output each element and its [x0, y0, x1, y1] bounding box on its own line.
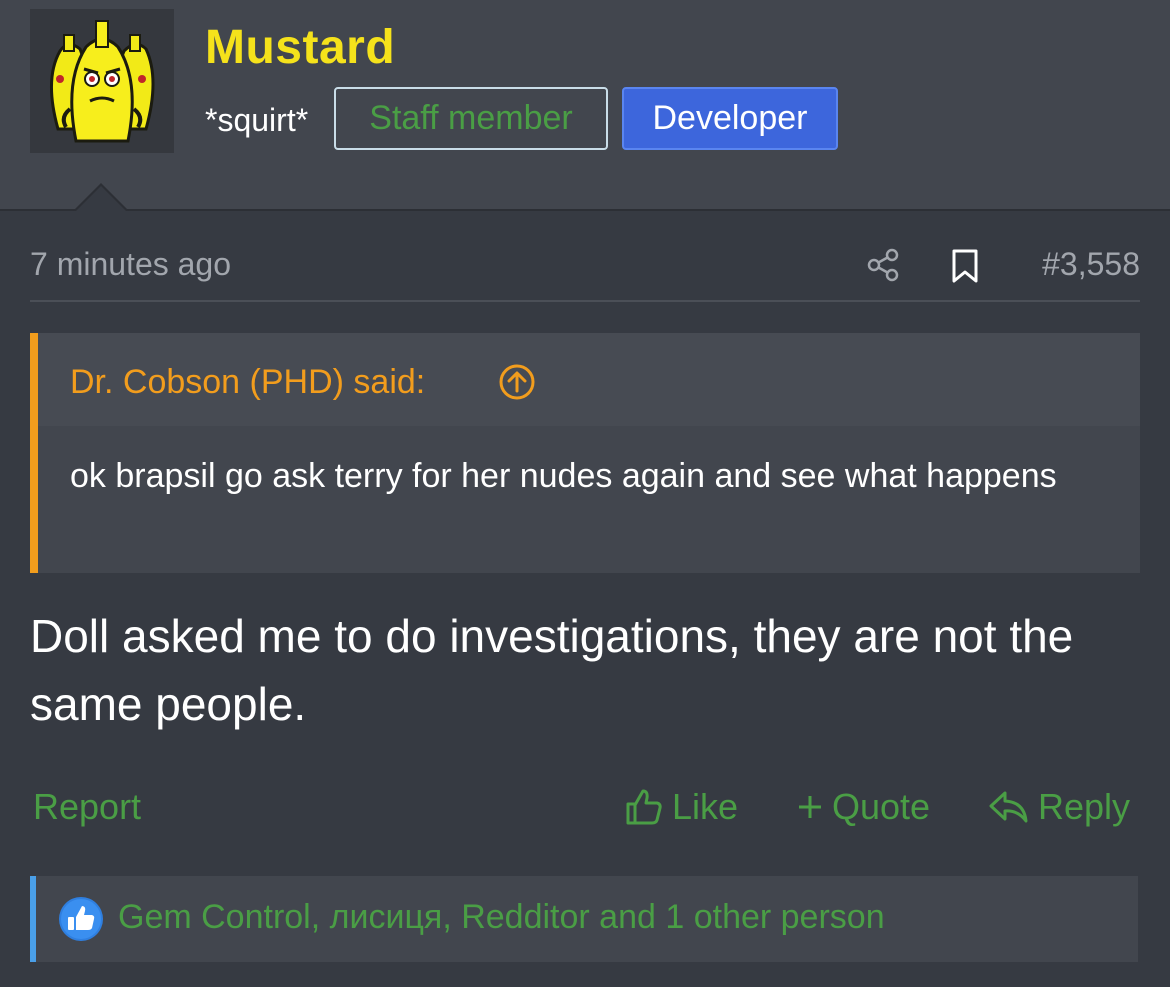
quote-label: Quote: [832, 786, 931, 827]
developer-badge: Developer: [622, 87, 838, 150]
report-label: Report: [33, 786, 142, 827]
bookmark-icon[interactable]: [950, 248, 980, 284]
like-button[interactable]: Like: [624, 786, 738, 828]
plus-icon: [799, 796, 821, 818]
quote-block: Dr. Cobson (PHD) said: ok brapsil go ask…: [30, 333, 1140, 573]
post-number[interactable]: #3,558: [1042, 246, 1140, 283]
reply-arrow-icon: [989, 791, 1028, 823]
username[interactable]: Mustard: [205, 20, 395, 75]
reactions-list[interactable]: Gem Control, лисиця, Redditor and 1 othe…: [118, 898, 885, 937]
like-label: Like: [672, 786, 739, 827]
quote-button[interactable]: Quote: [796, 786, 930, 828]
share-icon[interactable]: [866, 248, 900, 282]
thumbs-up-icon: [626, 789, 662, 825]
user-header: Mustard *squirt* Staff member Developer: [0, 0, 1170, 211]
quote-author[interactable]: Dr. Cobson (PHD) said:: [70, 363, 425, 402]
reply-button[interactable]: Reply: [988, 786, 1130, 828]
staff-member-badge: Staff member: [334, 87, 608, 150]
arrow-up-circle-icon[interactable]: [498, 363, 536, 401]
report-button[interactable]: Report: [33, 786, 141, 828]
user-title: *squirt*: [205, 102, 309, 138]
header-pointer-fill: [75, 186, 127, 212]
reply-label: Reply: [1038, 786, 1131, 827]
reactions-bar[interactable]: Gem Control, лисиця, Redditor and 1 othe…: [30, 876, 1138, 962]
post-message: Doll asked me to do investigations, they…: [30, 610, 1074, 730]
avatar[interactable]: [30, 9, 174, 153]
like-reaction-icon: [59, 897, 103, 941]
post-meta: 7 minutes ago #3,558: [30, 232, 1140, 302]
post-timestamp[interactable]: 7 minutes ago: [30, 246, 231, 283]
mustard-bottles-image: [30, 9, 174, 153]
quote-header: Dr. Cobson (PHD) said:: [38, 333, 1140, 426]
quote-text: ok brapsil go ask terry for her nudes ag…: [70, 457, 1057, 495]
